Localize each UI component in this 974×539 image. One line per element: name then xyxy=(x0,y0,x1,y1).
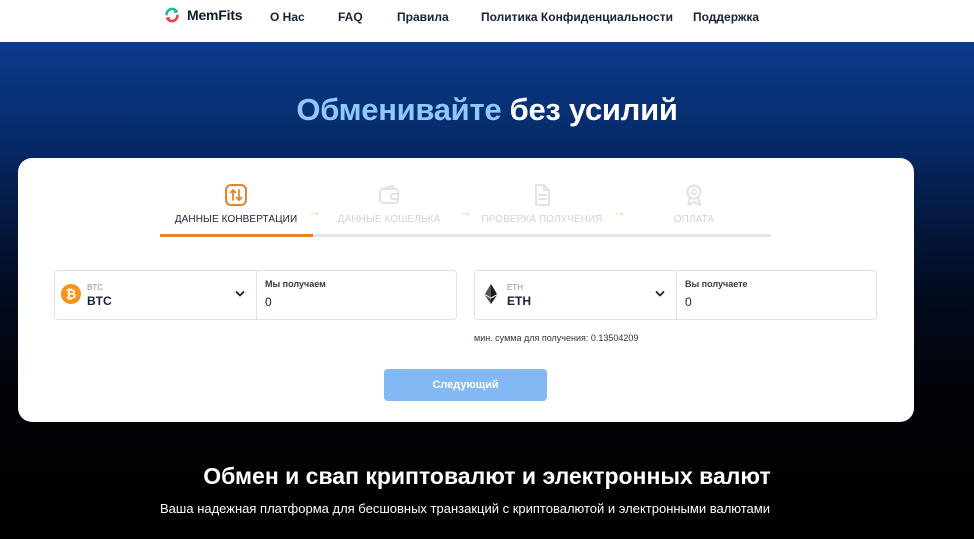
from-coin-code-small: BTC xyxy=(87,283,103,292)
step-receipt-check[interactable]: ПРОВЕРКА ПОЛУЧЕНИЯ xyxy=(467,183,617,225)
chevron-down-icon xyxy=(235,291,245,297)
to-amount-input[interactable] xyxy=(685,291,865,313)
nav-link-privacy-policy[interactable]: Политика Конфиденциальности xyxy=(481,10,673,24)
logo[interactable]: MemFits xyxy=(163,6,243,24)
step-label: ОПЛАТА xyxy=(673,214,715,225)
steps-progress-fill xyxy=(160,234,313,237)
nav-link-rules[interactable]: Правила xyxy=(397,10,449,24)
next-button[interactable]: Следующий xyxy=(384,369,547,401)
wallet-icon xyxy=(379,185,399,204)
hero-title-accent: Обменивайте xyxy=(296,92,502,127)
step-label: ДАННЫЕ КОШЕЛЬКА xyxy=(337,214,441,225)
exchange-from-group: ₿ BTC BTC Мы получаем xyxy=(54,270,457,320)
chevron-down-icon xyxy=(655,291,665,297)
logo-text: MemFits xyxy=(187,7,243,23)
to-amount-label: Вы получаете xyxy=(685,279,748,289)
logo-icon xyxy=(165,7,179,23)
document-check-icon xyxy=(535,184,550,206)
to-coin-code-small: ETH xyxy=(507,283,523,292)
steps-progress-bar xyxy=(160,234,771,237)
step-conversion-data[interactable]: ДАННЫЕ КОНВЕРТАЦИИ xyxy=(161,183,311,225)
ethereum-icon xyxy=(485,284,497,304)
to-currency-select[interactable]: ETH ETH xyxy=(475,271,677,319)
bitcoin-icon: ₿ xyxy=(61,284,81,304)
to-coin-name: ETH xyxy=(507,294,531,308)
section-subtitle: Ваша надежная платформа для бесшовных тр… xyxy=(160,501,770,516)
hero-title: Обменивайте без усилий xyxy=(0,92,974,128)
nav-link-about[interactable]: О Нас xyxy=(270,10,305,24)
min-amount-note: мин. сумма для получения: 0.13504209 xyxy=(474,333,639,343)
nav-link-support[interactable]: Поддержка xyxy=(693,10,759,24)
swap-arrows-icon xyxy=(225,184,247,206)
step-label: ДАННЫЕ КОНВЕРТАЦИИ xyxy=(174,214,298,225)
from-currency-select[interactable]: ₿ BTC BTC xyxy=(55,271,257,319)
exchange-card: ДАННЫЕ КОНВЕРТАЦИИ → ДАННЫЕ КОШЕЛЬКА → П… xyxy=(18,158,914,422)
top-navbar: MemFits О Нас FAQ Правила Политика Конфи… xyxy=(0,0,974,42)
hero-title-rest: без усилий xyxy=(509,92,678,127)
svg-text:₿: ₿ xyxy=(66,287,77,302)
exchange-to-group: ETH ETH Вы получаете xyxy=(474,270,877,320)
payment-badge-icon xyxy=(686,184,702,206)
from-coin-name: BTC xyxy=(87,294,112,308)
nav-link-faq[interactable]: FAQ xyxy=(338,10,363,24)
from-amount-input[interactable] xyxy=(265,291,445,313)
section-title: Обмен и свап криптовалют и электронных в… xyxy=(203,463,771,489)
step-label: ПРОВЕРКА ПОЛУЧЕНИЯ xyxy=(481,214,603,225)
step-payment[interactable]: ОПЛАТА xyxy=(619,183,769,225)
from-amount-label: Мы получаем xyxy=(265,279,326,289)
step-wallet-data[interactable]: ДАННЫЕ КОШЕЛЬКА xyxy=(314,183,464,225)
